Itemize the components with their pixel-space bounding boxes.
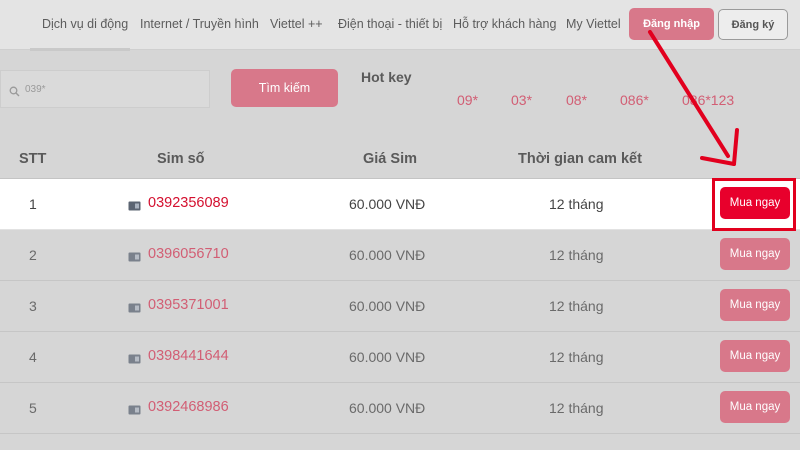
sim-card-icon [128,198,141,211]
row-price: 60.000 VNĐ [349,349,426,365]
sim-cell: 0395371001 [128,297,229,313]
sim-card-icon [128,249,141,262]
row-term: 12 tháng [549,247,604,263]
sim-cell: 0398441644 [128,348,229,364]
nav-item-my-viettel[interactable]: My Viettel [566,17,621,31]
row-price: 60.000 VNĐ [349,196,426,212]
column-header-term: Thời gian cam kết [518,151,642,167]
row-term: 12 tháng [549,298,604,314]
nav-item-internet-tv[interactable]: Internet / Truyền hình [140,17,259,31]
login-button[interactable]: Đăng nhập [629,8,714,40]
row-stt: 2 [29,247,37,263]
sim-cell: 0396056710 [128,246,229,262]
sim-number-link[interactable]: 0396056710 [148,246,229,262]
sim-card-icon [128,402,141,415]
highlight-annotation-box [712,178,796,231]
hotkey-item[interactable]: 086* [620,92,649,108]
buy-now-button[interactable]: Mua ngay [720,289,790,321]
search-input[interactable] [25,83,195,95]
row-price: 60.000 VNĐ [349,400,426,416]
register-button[interactable]: Đăng ký [718,9,788,40]
nav-item-mobile-services[interactable]: Dịch vụ di động [42,17,128,31]
table-row: 1 0392356089 60.000 VNĐ 12 tháng Mua nga… [0,179,800,230]
top-navigation: Dịch vụ di động Internet / Truyền hình V… [0,0,800,51]
row-term: 12 tháng [549,196,604,212]
table-row: 5 0392468986 60.000 VNĐ 12 tháng Mua nga… [0,383,800,434]
sim-cell: 0392356089 [128,195,229,211]
nav-item-phones-devices[interactable]: Điện thoại - thiết bị [338,17,442,31]
sim-cell: 0392468986 [128,399,229,415]
column-header-price: Giá Sim [363,151,417,167]
search-button[interactable]: Tìm kiếm [231,69,338,107]
row-term: 12 tháng [549,349,604,365]
row-stt: 3 [29,298,37,314]
nav-item-customer-support[interactable]: Hỗ trợ khách hàng [453,17,556,31]
sim-card-icon [128,300,141,313]
row-term: 12 tháng [549,400,604,416]
buy-now-button[interactable]: Mua ngay [720,238,790,270]
sim-number-link[interactable]: 0392356089 [148,195,229,211]
row-stt: 1 [29,196,37,212]
hotkey-item[interactable]: 03* [511,92,532,108]
hotkey-title: Hot key [361,69,412,85]
buy-now-button[interactable]: Mua ngay [720,340,790,372]
row-stt: 4 [29,349,37,365]
search-icon [9,84,20,96]
row-stt: 5 [29,400,37,416]
sim-number-link[interactable]: 0398441644 [148,348,229,364]
column-header-stt: STT [19,151,47,167]
hotkey-item[interactable]: 086*123 [682,92,734,108]
table-row: 2 0396056710 60.000 VNĐ 12 tháng Mua nga… [0,230,800,281]
sim-card-icon [128,351,141,364]
nav-item-viettel-plus[interactable]: Viettel ++ [270,17,323,31]
nav-active-underline [30,48,130,51]
column-header-sim: Sim số [157,151,205,167]
row-price: 60.000 VNĐ [349,247,426,263]
hotkey-item[interactable]: 08* [566,92,587,108]
sim-number-link[interactable]: 0395371001 [148,297,229,313]
search-box [0,70,210,108]
row-price: 60.000 VNĐ [349,298,426,314]
hotkey-item[interactable]: 09* [457,92,478,108]
table-row: 3 0395371001 60.000 VNĐ 12 tháng Mua nga… [0,281,800,332]
table-row: 4 0398441644 60.000 VNĐ 12 tháng Mua nga… [0,332,800,383]
sim-number-link[interactable]: 0392468986 [148,399,229,415]
buy-now-button[interactable]: Mua ngay [720,391,790,423]
